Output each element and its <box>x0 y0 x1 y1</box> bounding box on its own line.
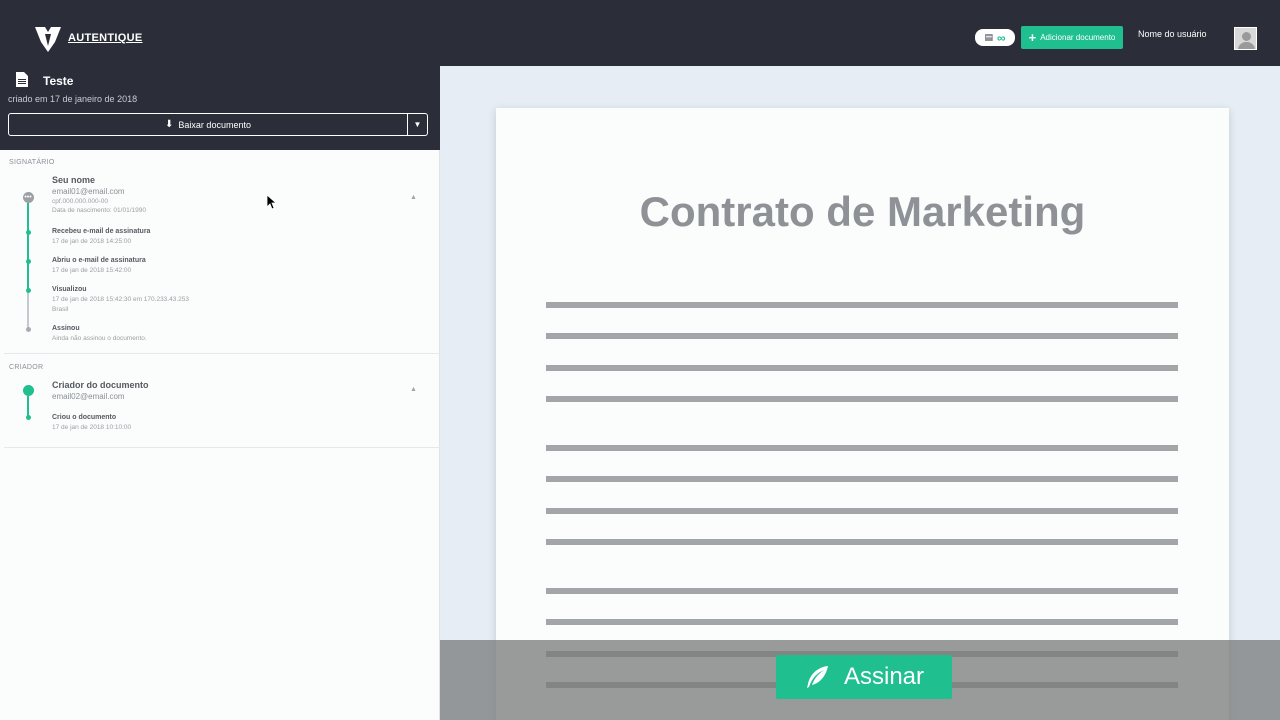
avatar-head <box>1242 32 1251 41</box>
add-document-label: Adicionar documento <box>1040 33 1116 42</box>
pending-status-icon: ••• <box>22 192 34 203</box>
event-dot <box>25 230 31 235</box>
credits-badge[interactable]: ▤ ∞ <box>975 29 1015 46</box>
text-line <box>546 619 1178 625</box>
event-dot <box>25 415 31 420</box>
collapse-creator-button[interactable]: ▲ <box>410 386 417 393</box>
event-status: Ainda não assinou o documento. <box>52 335 147 342</box>
event-dot <box>25 288 31 293</box>
event-timestamp: 17 de jan de 2018 14:25:00 <box>52 238 132 245</box>
download-dropdown-toggle[interactable]: ▼ <box>407 114 427 135</box>
download-button[interactable]: ⬇ Baixar documento <box>9 114 407 135</box>
event-dot <box>25 327 31 332</box>
sign-bar: Assinar <box>440 640 1280 720</box>
text-line <box>546 445 1178 451</box>
event-title: Criou o documento <box>52 414 117 421</box>
creator-info: Criador do documento email02@email.com <box>52 380 149 401</box>
signatory-section-label: SIGNATÁRIO <box>9 159 55 166</box>
sign-label: Assinar <box>843 663 925 690</box>
creator-section-label: CRIADOR <box>9 364 44 371</box>
event-item: Assinou Ainda não assinou o documento. <box>52 325 147 344</box>
username[interactable]: Nome do usuário <box>1138 29 1207 39</box>
logo-icon <box>35 27 61 52</box>
download-label: Baixar documento <box>178 119 251 130</box>
event-timestamp: 17 de jan de 2018 10:10:00 <box>52 424 132 431</box>
text-line <box>546 365 1178 371</box>
event-title: Recebeu e-mail de assinatura <box>52 228 151 235</box>
event-location: Brasil <box>52 306 69 313</box>
section-divider <box>4 447 440 448</box>
document-viewer[interactable]: Contrato de Marketing Assinar <box>440 66 1280 720</box>
sign-button[interactable]: Assinar <box>776 655 952 699</box>
signatory-email: email01@email.com <box>52 187 125 196</box>
caret-down-icon: ▼ <box>413 120 422 129</box>
logo[interactable]: AUTENTIQUE <box>32 22 143 54</box>
top-bar: AUTENTIQUE ▤ ∞ + Adicionar documento Nom… <box>0 0 1280 66</box>
text-line <box>546 508 1178 514</box>
timeline-progress <box>27 203 29 291</box>
contract-title: Contrato de Marketing <box>639 188 1086 235</box>
download-button-group: ⬇ Baixar documento ▼ <box>8 113 428 136</box>
feather-pen-icon <box>806 666 828 688</box>
event-dot <box>25 259 31 264</box>
signatory-cpf: cpf.000.000.000-00 <box>52 198 109 205</box>
logo-text: AUTENTIQUE <box>68 32 143 44</box>
event-timestamp: 17 de jan de 2018 15:42:30 em 170.233.43… <box>52 296 189 303</box>
text-line <box>546 588 1178 594</box>
creator-email: email02@email.com <box>52 392 125 401</box>
event-item: Criou o documento 17 de jan de 2018 10:1… <box>52 414 131 433</box>
text-line <box>546 333 1178 339</box>
document-page: Contrato de Marketing <box>496 108 1229 720</box>
avatar[interactable] <box>1234 27 1257 50</box>
file-icon <box>16 72 28 87</box>
infinity-credits: ∞ <box>996 30 1006 45</box>
event-item: Abriu o e-mail de assinatura 17 de jan d… <box>52 257 146 276</box>
text-line <box>546 302 1178 308</box>
plus-icon: + <box>1028 30 1037 45</box>
signatory-info: Seu nome email01@email.com cpf.000.000.0… <box>52 175 146 214</box>
sidebar: Teste criado em 17 de janeiro de 2018 ⬇ … <box>0 66 440 720</box>
event-title: Visualizou <box>52 286 87 293</box>
completed-status-icon <box>22 385 34 396</box>
event-title: Assinou <box>52 325 80 332</box>
document-created-date: criado em 17 de janeiro de 2018 <box>8 94 138 104</box>
signatory-name: Seu nome <box>52 175 96 185</box>
collapse-signatory-button[interactable]: ▲ <box>410 194 417 201</box>
signatory-birthdate: Data de nascimento: 01/01/1990 <box>52 207 146 214</box>
document-title: Teste <box>43 74 74 88</box>
event-timestamp: 17 de jan de 2018 15:42:00 <box>52 267 132 274</box>
event-item: Visualizou 17 de jan de 2018 15:42:30 em… <box>52 286 189 315</box>
document-header: Teste criado em 17 de janeiro de 2018 ⬇ … <box>0 66 440 150</box>
event-item: Recebeu e-mail de assinatura 17 de jan d… <box>52 228 150 247</box>
document-icon: ▤ <box>984 32 993 42</box>
text-line <box>546 396 1178 402</box>
text-line <box>546 539 1178 545</box>
event-title: Abriu o e-mail de assinatura <box>52 257 146 264</box>
mouse-cursor-icon <box>267 195 277 210</box>
avatar-body <box>1238 42 1255 49</box>
section-divider <box>4 353 440 354</box>
text-line <box>546 476 1178 482</box>
add-document-button[interactable]: + Adicionar documento <box>1021 26 1123 49</box>
download-icon: ⬇ <box>165 119 174 130</box>
creator-name: Criador do documento <box>52 380 149 390</box>
